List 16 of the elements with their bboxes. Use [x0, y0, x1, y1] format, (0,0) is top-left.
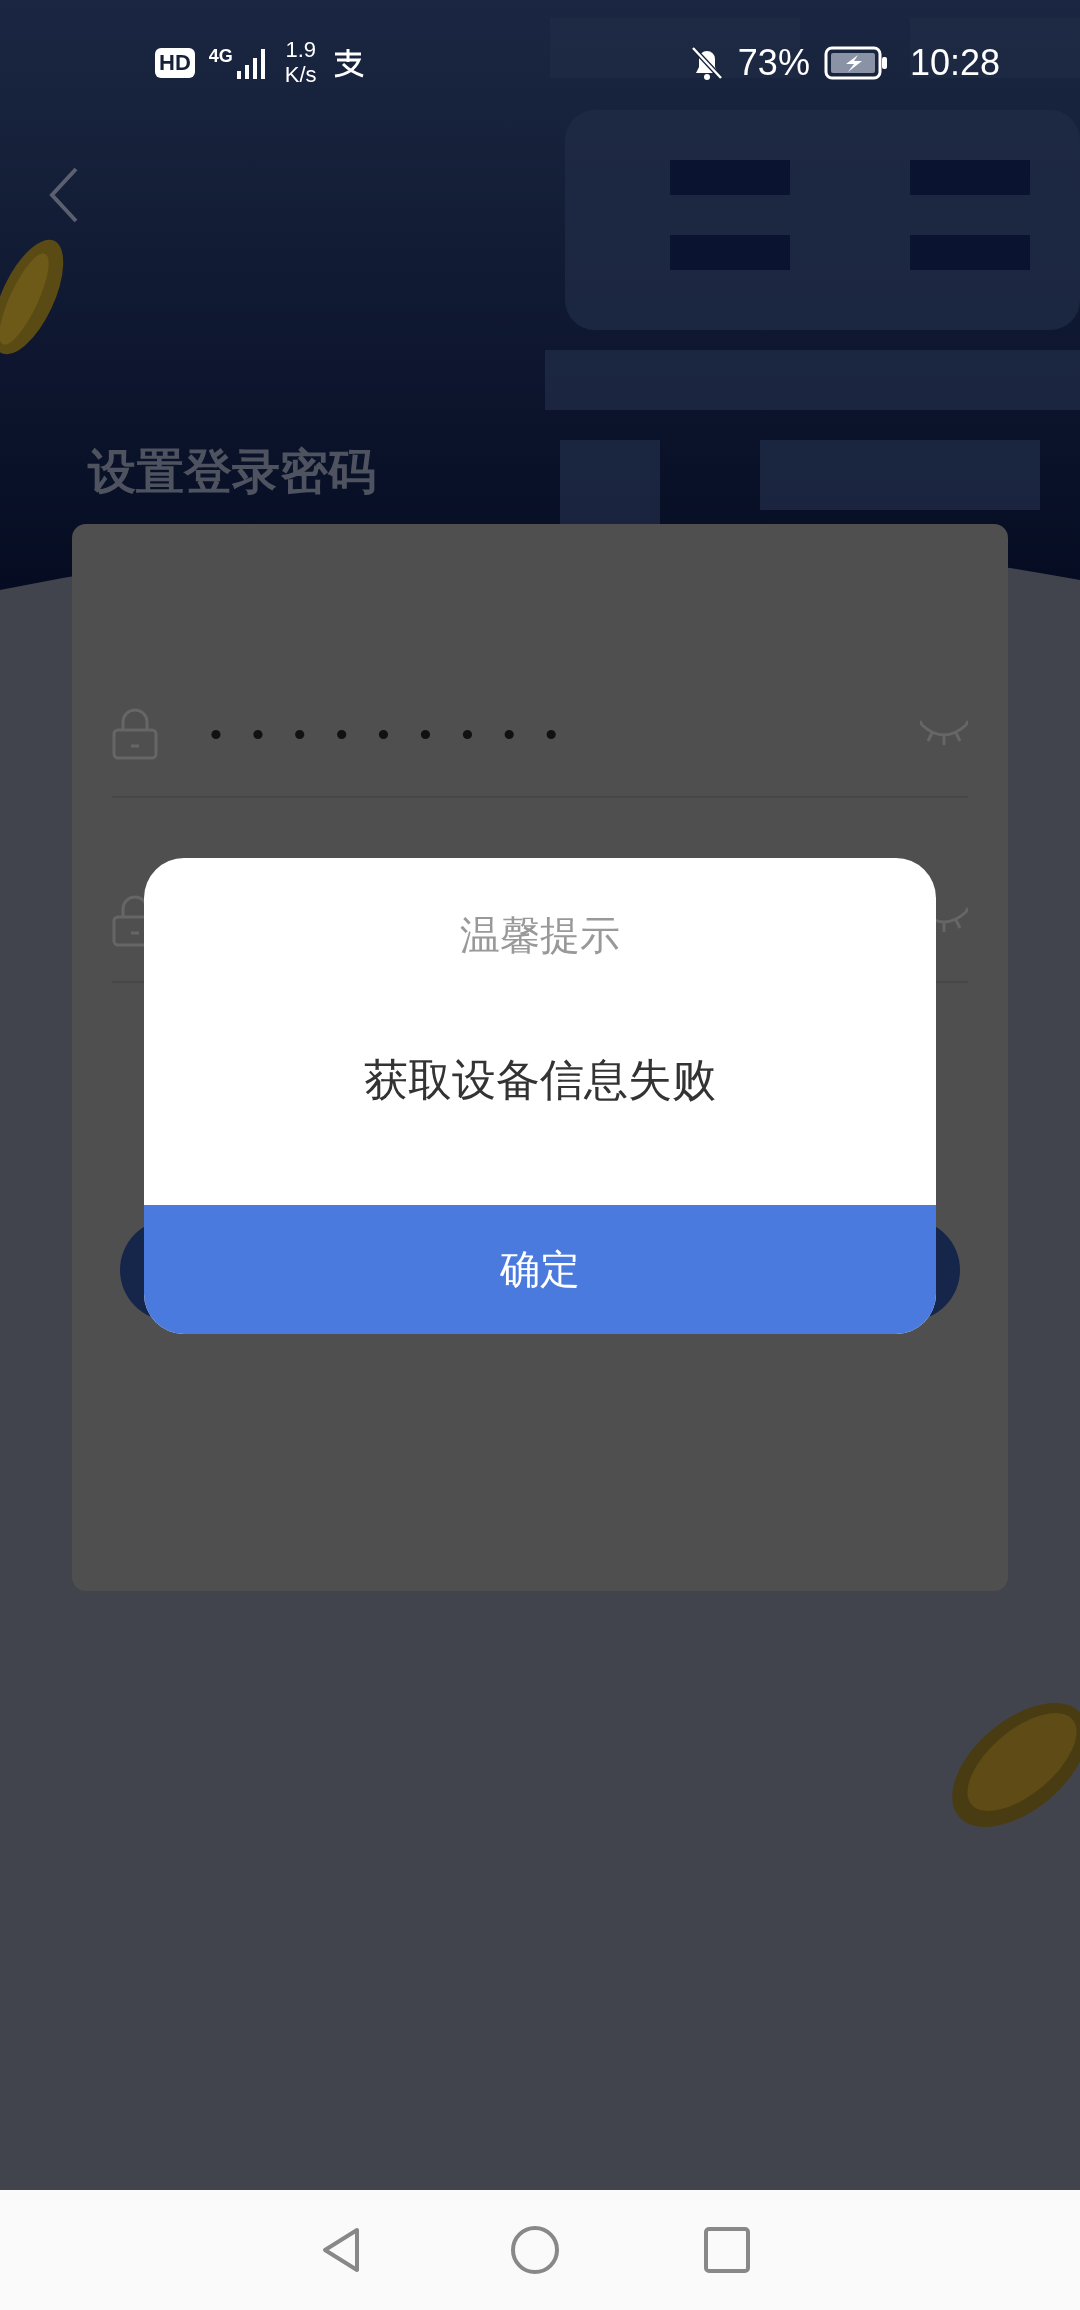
speed-unit: K/s: [284, 62, 317, 87]
dialog-message: 获取设备信息失败: [364, 1054, 716, 1106]
password-field[interactable]: •••••••••: [112, 672, 968, 798]
network-type: 4G: [208, 46, 233, 65]
page-title: 设置登录密码: [88, 444, 376, 500]
recents-icon[interactable]: [701, 2224, 753, 2276]
battery-charging-icon: [823, 45, 888, 80]
dialog-title: 温馨提示: [460, 912, 620, 959]
network-speed: 1.9: [285, 38, 316, 63]
password-value: •••••••••: [210, 714, 589, 754]
home-icon[interactable]: [509, 2224, 561, 2276]
confirm-button[interactable]: 确定: [144, 1205, 936, 1334]
lock-icon: [112, 708, 158, 760]
clock: 10:28: [909, 41, 1000, 84]
battery-level: 73%: [737, 41, 810, 84]
hd-badge: HD: [155, 47, 195, 78]
